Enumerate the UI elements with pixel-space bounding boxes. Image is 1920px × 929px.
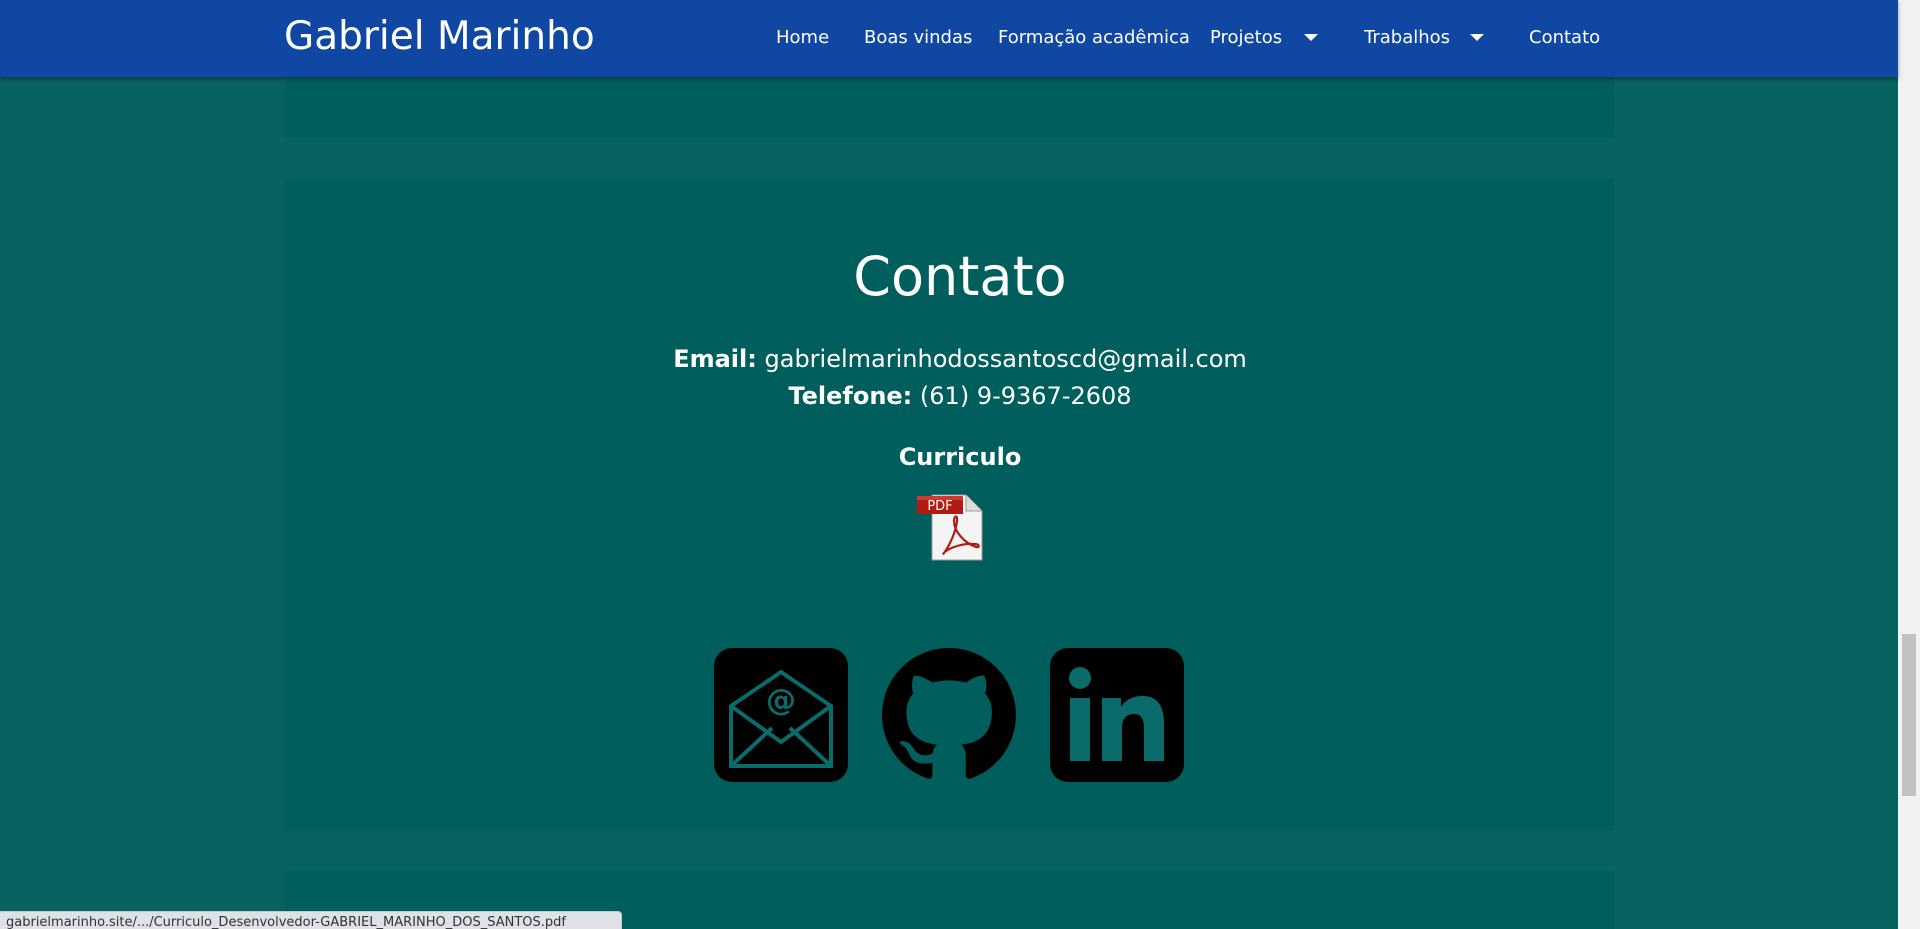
nav-item-home[interactable]: Home bbox=[776, 27, 829, 48]
linkedin-icon bbox=[1050, 648, 1184, 782]
nav-item-boas-vindas[interactable]: Boas vindas bbox=[864, 27, 972, 48]
email-line: Email: gabrielmarinhodossantoscd@gmail.c… bbox=[0, 345, 1920, 373]
vertical-scrollbar[interactable] bbox=[1898, 0, 1920, 929]
email-icon: @ bbox=[714, 648, 848, 782]
phone-value: (61) 9-9367-2608 bbox=[919, 382, 1132, 410]
phone-line: Telefone: (61) 9-9367-2608 bbox=[0, 382, 1920, 410]
nav-item-contato[interactable]: Contato bbox=[1529, 27, 1600, 48]
github-icon bbox=[882, 648, 1016, 779]
nav-item-formacao-academica[interactable]: Formação acadêmica bbox=[998, 27, 1190, 48]
pdf-icon: PDF bbox=[917, 494, 983, 561]
github-social-link[interactable] bbox=[882, 648, 1016, 782]
trabalhos-chevron-down-icon[interactable] bbox=[1470, 34, 1484, 41]
curriculo-label: Curriculo bbox=[898, 443, 1022, 471]
top-navbar: Gabriel Marinho Home Boas vindas Formaçã… bbox=[0, 0, 1898, 77]
email-label: Email: bbox=[673, 345, 757, 373]
nav-item-trabalhos[interactable]: Trabalhos bbox=[1364, 27, 1450, 48]
phone-label: Telefone: bbox=[788, 382, 913, 410]
email-social-link[interactable]: @ bbox=[714, 648, 848, 782]
scrollbar-thumb[interactable] bbox=[1902, 634, 1916, 796]
pdf-badge-text: PDF bbox=[927, 499, 952, 514]
link-status-bar: gabrielmarinho.site/.../Curriculo_Desenv… bbox=[0, 911, 622, 929]
projetos-chevron-down-icon[interactable] bbox=[1304, 34, 1318, 41]
contact-title: Contato bbox=[853, 245, 1067, 308]
linkedin-social-link[interactable] bbox=[1050, 648, 1184, 782]
svg-text:@: @ bbox=[766, 683, 796, 718]
nav-item-projetos[interactable]: Projetos bbox=[1210, 27, 1282, 48]
brand-name[interactable]: Gabriel Marinho bbox=[284, 14, 595, 59]
email-value: gabrielmarinhodossantoscd@gmail.com bbox=[764, 345, 1247, 373]
page: Contato Email: gabrielmarinhodossantoscd… bbox=[0, 0, 1920, 929]
curriculo-pdf-link[interactable]: PDF bbox=[916, 491, 984, 561]
